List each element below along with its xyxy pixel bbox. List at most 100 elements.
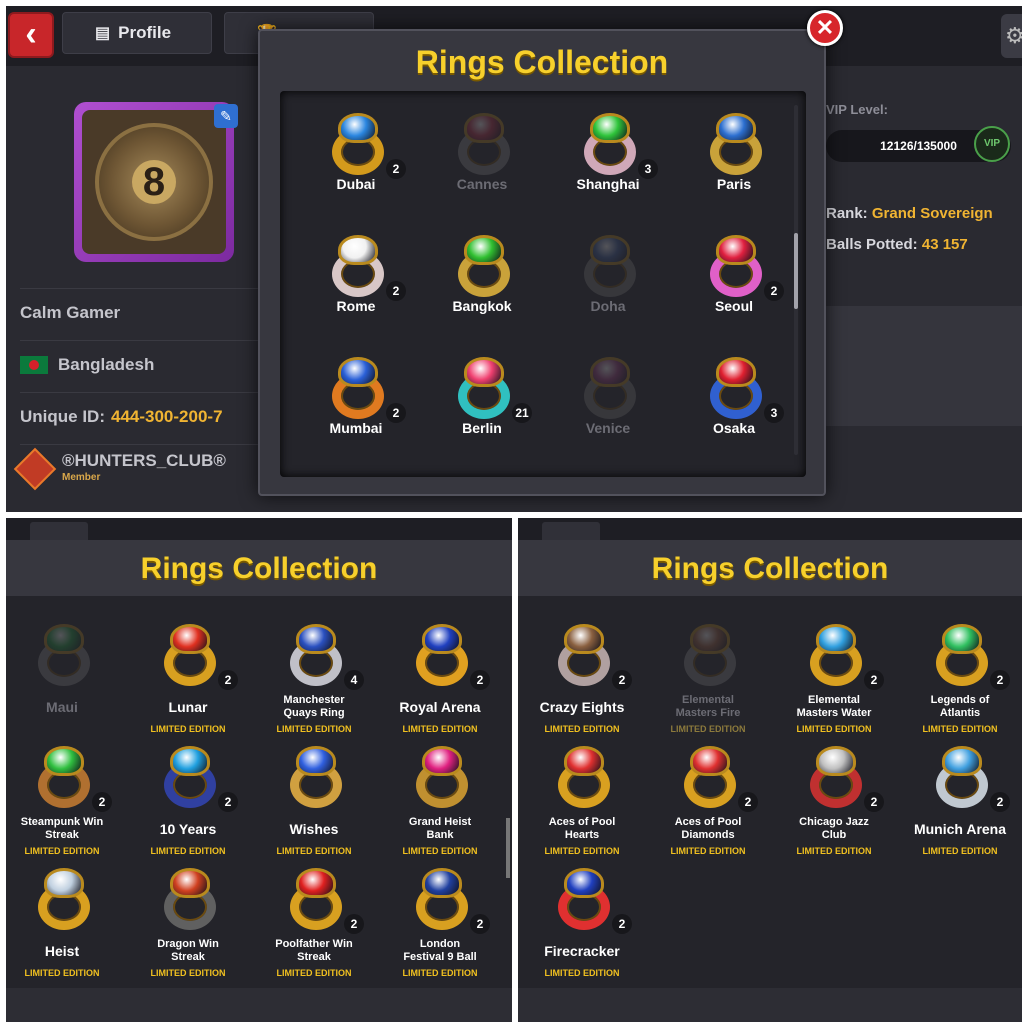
- ring-gem: [422, 868, 462, 898]
- settings-button[interactable]: ⚙: [1001, 14, 1022, 58]
- ring-item[interactable]: Doha: [548, 231, 668, 351]
- ring-name: 10 Years: [159, 821, 217, 837]
- ring-name: Elemental Masters Fire: [675, 694, 741, 719]
- rings-grid[interactable]: 2 Crazy Eights LIMITED EDITION Elemental Ma…: [518, 598, 1022, 988]
- tab-stub: [542, 522, 600, 542]
- ring-icon: [578, 357, 642, 421]
- ring-item[interactable]: 2 Poolfather Win Streak LIMITED EDITION: [254, 864, 374, 984]
- ring-item[interactable]: 2 Munich Arena LIMITED EDITION: [900, 742, 1020, 862]
- ring-count-badge: 2: [470, 914, 490, 934]
- ring-count-badge: 2: [612, 914, 632, 934]
- eight-ball-medal-icon: 8: [95, 123, 213, 241]
- ring-item[interactable]: 2 Dubai: [296, 109, 416, 229]
- unique-id-label: Unique ID:: [20, 406, 105, 426]
- ring-icon: [410, 746, 474, 810]
- limited-edition-label: LIMITED EDITION: [544, 968, 620, 978]
- pencil-icon: ✎: [220, 108, 232, 124]
- ring-item[interactable]: 4 Manchester Quays Ring LIMITED EDITION: [254, 620, 374, 740]
- back-button[interactable]: ‹: [8, 12, 54, 58]
- ring-gem: [296, 746, 336, 776]
- ring-item[interactable]: Wishes LIMITED EDITION: [254, 742, 374, 862]
- ring-item[interactable]: Elemental Masters Fire LIMITED EDITION: [648, 620, 768, 740]
- ring-count-badge: 2: [470, 670, 490, 690]
- scrollbar-thumb[interactable]: [506, 818, 510, 878]
- close-button[interactable]: ✕: [807, 10, 843, 46]
- ring-item[interactable]: 2 Royal Arena LIMITED EDITION: [380, 620, 500, 740]
- ring-item[interactable]: 2 Firecracker LIMITED EDITION: [522, 864, 642, 984]
- ring-count-badge: 2: [990, 792, 1010, 812]
- ring-item[interactable]: 2 Lunar LIMITED EDITION: [128, 620, 248, 740]
- balls-potted-row: Balls Potted: 43 157: [826, 236, 968, 253]
- ring-name: Steampunk Win Streak: [20, 816, 104, 841]
- ring-item[interactable]: Bangkok: [422, 231, 542, 351]
- tab-profile[interactable]: ▤ Profile: [62, 12, 212, 54]
- ring-count-badge: 2: [92, 792, 112, 812]
- scrollbar[interactable]: [794, 105, 798, 455]
- rings-grid[interactable]: 2 Dubai Cannes 3 Shanghai Paris 2 Rome Bangkok Do…: [280, 91, 806, 477]
- ring-item[interactable]: 2 Aces of Pool Diamonds LIMITED EDITION: [648, 742, 768, 862]
- ring-icon: 2: [552, 624, 632, 690]
- ring-gem: [590, 235, 630, 265]
- ring-item[interactable]: 3 Shanghai: [548, 109, 668, 229]
- ring-item[interactable]: Heist LIMITED EDITION: [6, 864, 122, 984]
- ring-gem: [716, 113, 756, 143]
- ring-name: Venice: [585, 420, 631, 436]
- ring-item[interactable]: 2 Rome: [296, 231, 416, 351]
- limited-edition-label: LIMITED EDITION: [796, 846, 872, 856]
- rings-grid[interactable]: Maui 2 Lunar LIMITED EDITION 4 Manchester Qua…: [6, 598, 512, 988]
- ring-item[interactable]: Grand Heist Bank LIMITED EDITION: [380, 742, 500, 862]
- ring-name: Rome: [336, 298, 376, 314]
- player-name-row: Calm Gamer: [20, 288, 260, 336]
- ring-item[interactable]: 2 Chicago Jazz Club LIMITED EDITION: [774, 742, 894, 862]
- ring-gem: [338, 357, 378, 387]
- ring-icon: 2: [930, 746, 1010, 812]
- ring-gem: [564, 746, 604, 776]
- ring-name: Munich Arena: [913, 821, 1007, 837]
- ring-gem: [690, 746, 730, 776]
- ring-item[interactable]: 2 Elemental Masters Water LIMITED EDITION: [774, 620, 894, 740]
- scrollbar-thumb[interactable]: [794, 233, 798, 309]
- balls-potted-value: 43 157: [921, 236, 968, 253]
- ring-item[interactable]: Aces of Pool Hearts LIMITED EDITION: [522, 742, 642, 862]
- panel-title: Rings Collection: [651, 552, 889, 585]
- edit-avatar-button[interactable]: ✎: [214, 104, 238, 128]
- ring-gem: [564, 624, 604, 654]
- bottom-bar: [518, 988, 1022, 1022]
- ring-icon: 3: [578, 113, 658, 179]
- limited-edition-label: LIMITED EDITION: [922, 724, 998, 734]
- vip-level-label: VIP Level:: [826, 102, 888, 117]
- ring-item[interactable]: 2 Mumbai: [296, 353, 416, 473]
- ring-icon: [452, 113, 516, 177]
- ring-item[interactable]: Paris: [674, 109, 794, 229]
- ring-gem: [564, 868, 604, 898]
- ring-item[interactable]: Venice: [548, 353, 668, 473]
- ring-item[interactable]: Dragon Win Streak LIMITED EDITION: [128, 864, 248, 984]
- ring-item[interactable]: Maui: [6, 620, 122, 740]
- ring-gem: [338, 113, 378, 143]
- limited-edition-label: LIMITED EDITION: [150, 724, 226, 734]
- ring-gem: [44, 624, 84, 654]
- ring-item[interactable]: 21 Berlin: [422, 353, 542, 473]
- ring-item[interactable]: 2 Legends of Atlantis LIMITED EDITION: [900, 620, 1020, 740]
- ring-name: Grand Heist Bank: [408, 816, 472, 841]
- ring-icon: 2: [32, 746, 112, 812]
- limited-edition-label: LIMITED EDITION: [276, 968, 352, 978]
- ring-gem: [170, 746, 210, 776]
- ring-gem: [816, 624, 856, 654]
- ring-item[interactable]: 2 Crazy Eights LIMITED EDITION: [522, 620, 642, 740]
- ring-item[interactable]: Cannes: [422, 109, 542, 229]
- ring-item[interactable]: 2 Steampunk Win Streak LIMITED EDITION: [6, 742, 122, 862]
- rank-value: Grand Sovereign: [871, 205, 993, 222]
- ring-item[interactable]: 3 Osaka: [674, 353, 794, 473]
- ring-item[interactable]: 2 Seoul: [674, 231, 794, 351]
- ring-item[interactable]: 2 10 Years LIMITED EDITION: [128, 742, 248, 862]
- ring-name: Dragon Win Streak: [157, 938, 219, 963]
- club-row[interactable]: ®HUNTERS_CLUB® Member: [13, 444, 260, 492]
- ring-item[interactable]: 2 London Festival 9 Ball LIMITED EDITION: [380, 864, 500, 984]
- ring-icon: 2: [410, 868, 490, 934]
- avatar[interactable]: 8: [74, 102, 234, 262]
- ring-gem: [170, 624, 210, 654]
- ring-gem: [44, 868, 84, 898]
- ring-icon: 3: [704, 357, 784, 423]
- ring-name: Dubai: [336, 176, 376, 192]
